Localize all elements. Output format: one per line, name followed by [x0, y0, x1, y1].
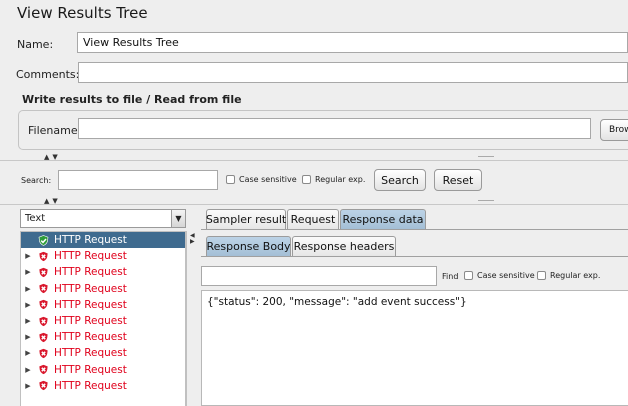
expand-arrow-icon[interactable]: ▶: [21, 268, 33, 276]
error-shield-icon: [38, 299, 49, 311]
error-shield-icon: [38, 364, 49, 375]
find-case-sensitive-label: Case sensitive: [477, 271, 535, 280]
expand-arrow-icon[interactable]: ▶: [21, 382, 33, 390]
chevron-down-icon[interactable]: ▼: [171, 210, 185, 227]
name-field[interactable]: View Results Tree: [77, 32, 628, 53]
tab-response-body[interactable]: Response Body: [206, 236, 291, 256]
tree-item-label: HTTP Request: [54, 250, 127, 263]
search-label: Search:: [21, 176, 52, 185]
expand-arrow-icon[interactable]: ▶: [21, 301, 33, 309]
tree-item-label: HTTP Request: [54, 363, 127, 376]
browse-button[interactable]: Brow: [600, 119, 628, 141]
tab-request[interactable]: Request: [287, 209, 339, 229]
tab-response-data[interactable]: Response data: [340, 209, 426, 229]
expand-arrow-icon[interactable]: ▶: [21, 333, 33, 341]
expand-arrow-icon[interactable]: ▶: [21, 285, 33, 293]
tree-item[interactable]: ▶ HTTP Request: [21, 313, 185, 329]
renderer-selected-value: Text: [25, 213, 46, 224]
error-shield-icon: [38, 250, 49, 262]
error-shield-icon: [38, 315, 49, 327]
results-tree: HTTP Request ▶ HTTP Request ▶ HTTP Request ▶ H…: [20, 231, 186, 406]
comments-label: Comments:: [16, 68, 80, 81]
find-regular-exp-label: Regular exp.: [550, 271, 601, 280]
success-shield-icon: [38, 234, 49, 246]
filename-field[interactable]: [78, 118, 591, 139]
name-label: Name:: [17, 38, 54, 51]
tree-item-label: HTTP Request: [54, 331, 127, 344]
find-case-sensitive-checkbox[interactable]: Case sensitive: [464, 271, 535, 280]
error-shield-icon: [38, 267, 49, 278]
regular-exp-label: Regular exp.: [315, 175, 366, 184]
tree-item-label: HTTP Request: [54, 266, 127, 279]
tab-response-headers[interactable]: Response headers: [292, 236, 396, 256]
find-input[interactable]: [201, 266, 437, 286]
tree-item[interactable]: ▶ HTTP Request: [21, 281, 185, 297]
checkbox-icon: [464, 271, 473, 280]
search-regex-checkbox[interactable]: Regular exp.: [302, 175, 365, 184]
checkbox-icon: [537, 271, 546, 280]
tree-item-label: HTTP Request: [54, 347, 127, 360]
checkbox-icon: [302, 175, 311, 184]
find-label: Find: [442, 272, 459, 281]
tree-item[interactable]: ▶ HTTP Request: [21, 378, 185, 394]
divider: [0, 204, 628, 205]
splitter-arrows-icon[interactable]: ◀ ▶: [190, 233, 195, 245]
tree-item-label: HTTP Request: [54, 298, 127, 311]
error-shield-icon: [38, 331, 49, 343]
search-button[interactable]: Search: [374, 169, 426, 191]
search-case-sensitive-checkbox[interactable]: Case sensitive: [226, 175, 297, 184]
filename-label: Filename: [28, 124, 78, 137]
find-regex-checkbox[interactable]: Regular exp.: [537, 271, 600, 280]
expand-arrow-icon[interactable]: ▶: [21, 252, 33, 260]
splitter-grip-icon[interactable]: [478, 156, 494, 157]
renderer-select[interactable]: Text ▼: [20, 209, 186, 228]
tree-item[interactable]: ▶ HTTP Request: [21, 345, 185, 361]
error-shield-icon: [38, 380, 49, 392]
tree-item-label: HTTP Request: [54, 315, 127, 328]
expand-arrow-icon[interactable]: ▶: [21, 349, 33, 357]
tab-sampler-result[interactable]: Sampler result: [206, 209, 286, 229]
splitter-grip-icon[interactable]: [478, 200, 494, 201]
file-section-title: Write results to file / Read from file: [22, 93, 242, 106]
tree-item-label: HTTP Request: [54, 282, 127, 295]
tree-item-label: HTTP Request: [54, 379, 127, 392]
comments-field[interactable]: [78, 62, 628, 83]
expand-arrow-icon[interactable]: ▶: [21, 317, 33, 325]
checkbox-icon: [226, 175, 235, 184]
case-sensitive-label: Case sensitive: [239, 175, 297, 184]
tree-item[interactable]: HTTP Request: [21, 232, 185, 249]
tree-item[interactable]: ▶ HTTP Request: [21, 264, 185, 280]
divider: [201, 229, 628, 230]
reset-button[interactable]: Reset: [434, 169, 482, 191]
search-input[interactable]: [58, 170, 218, 190]
panel-title: View Results Tree: [17, 4, 148, 22]
tree-item[interactable]: ▶ HTTP Request: [21, 248, 185, 264]
response-body-text[interactable]: {"status": 200, "message": "add event su…: [207, 296, 467, 308]
error-shield-icon: [38, 348, 49, 359]
divider: [0, 160, 628, 161]
tree-item[interactable]: ▶ HTTP Request: [21, 329, 185, 345]
expand-arrow-icon[interactable]: ▶: [21, 366, 33, 374]
tree-item[interactable]: ▶ HTTP Request: [21, 362, 185, 378]
vertical-splitter[interactable]: ◀ ▶: [186, 231, 201, 406]
tree-item-label: HTTP Request: [54, 234, 127, 247]
tree-item[interactable]: ▶ HTTP Request: [21, 297, 185, 313]
divider: [201, 256, 628, 257]
error-shield-icon: [38, 283, 49, 294]
